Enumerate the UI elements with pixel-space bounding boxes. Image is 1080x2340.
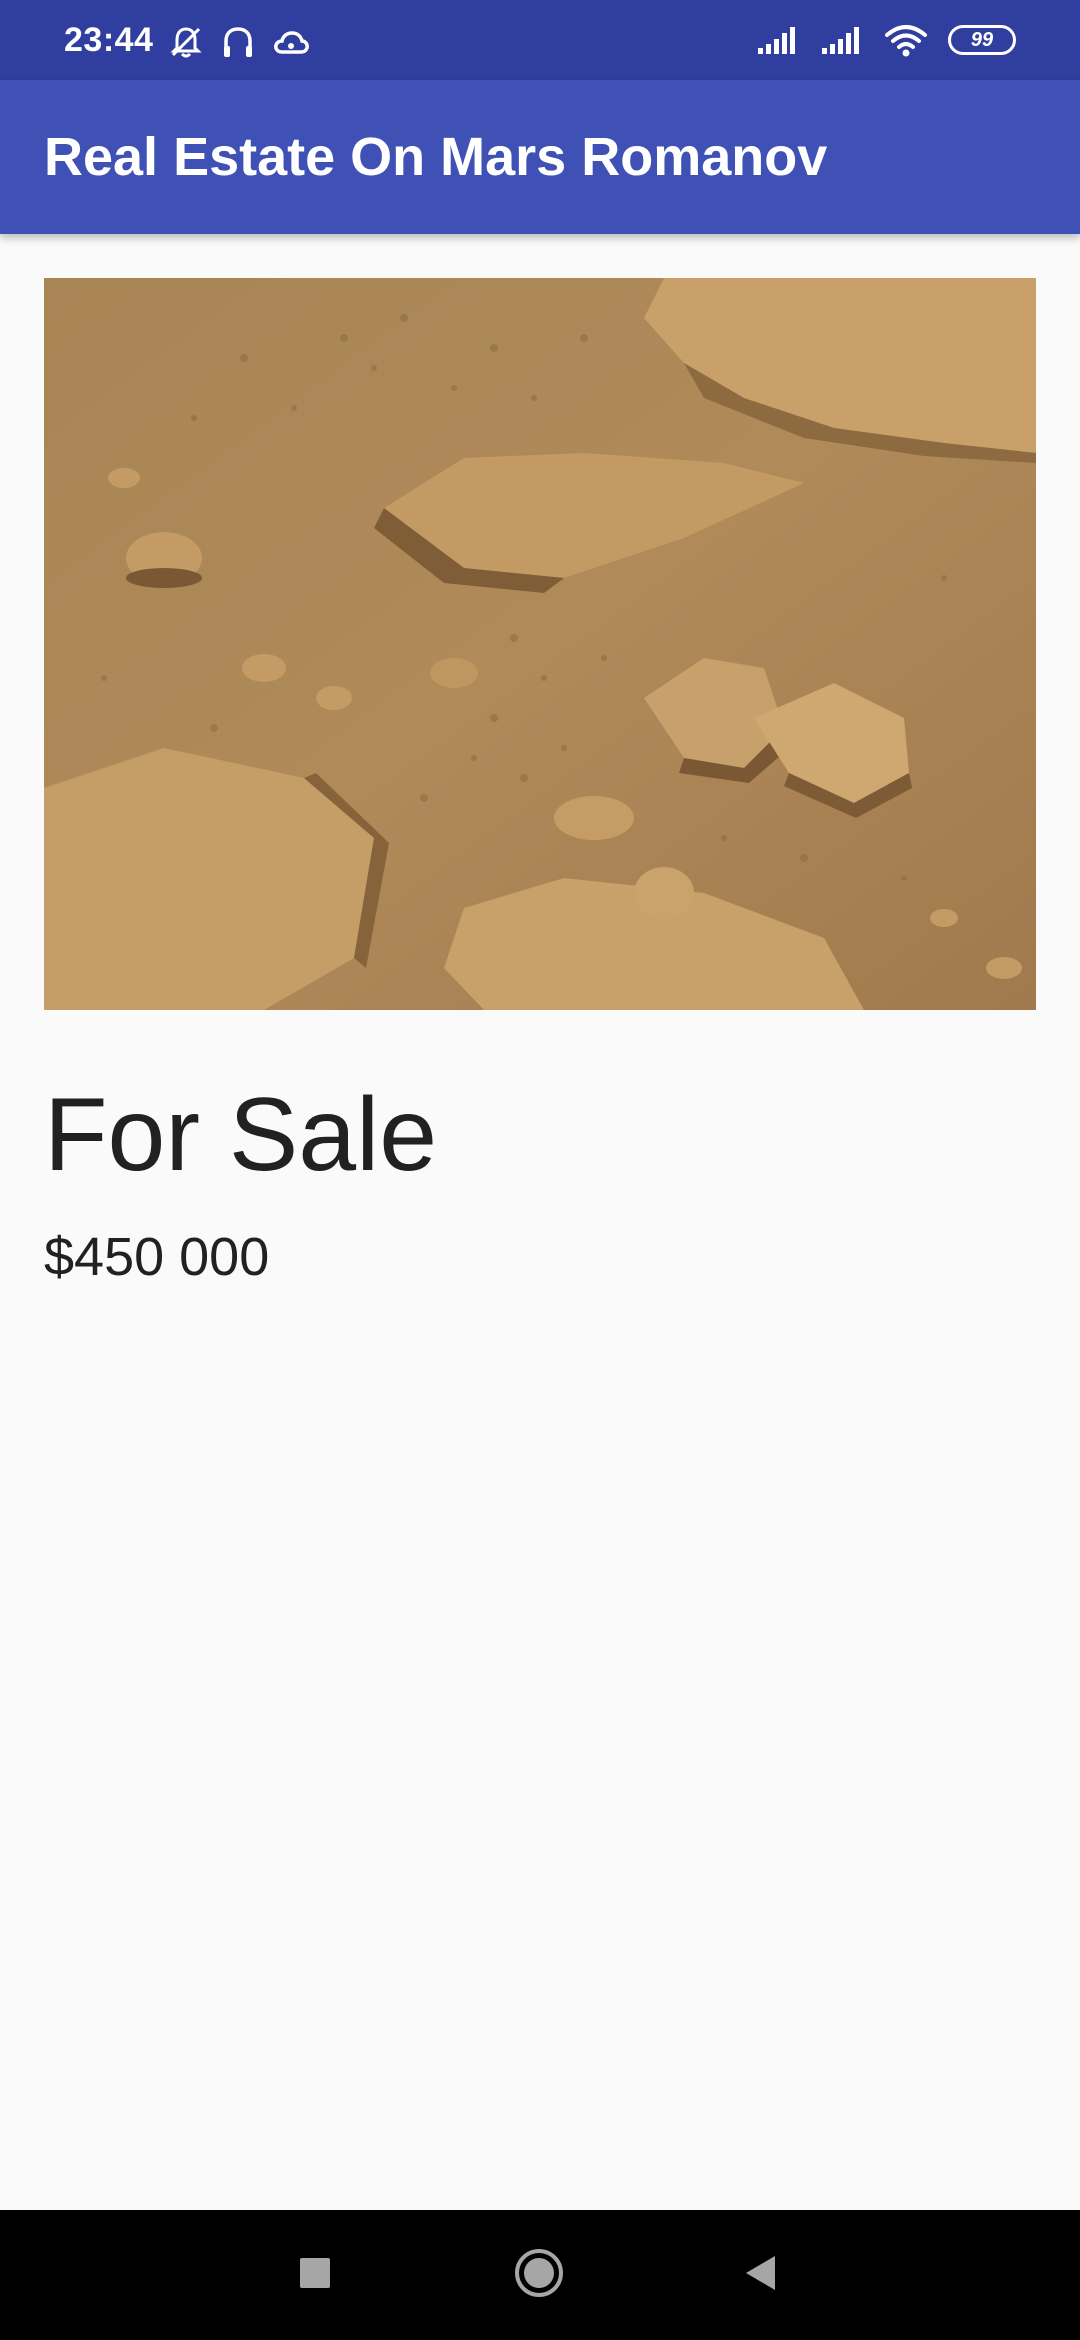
circle-icon	[513, 2247, 565, 2304]
listing-price: $450 000	[44, 1227, 270, 1287]
wifi-icon	[884, 23, 928, 57]
status-left-icons	[168, 22, 310, 62]
app-bar: Real Estate On Mars Romanov	[0, 80, 1080, 234]
navigation-bar	[0, 2210, 1080, 2340]
headphones-icon	[220, 24, 256, 60]
status-bar: 23:44 99	[0, 0, 1080, 80]
listing-type: For Sale	[44, 1077, 438, 1193]
home-button[interactable]	[504, 2240, 574, 2310]
mars-terrain-image	[44, 278, 1036, 1010]
property-photo[interactable]	[44, 278, 1036, 1010]
square-icon	[298, 2256, 332, 2295]
recents-button[interactable]	[280, 2240, 350, 2310]
battery-level: 99	[970, 29, 994, 51]
status-time: 23:44	[64, 21, 154, 59]
battery-icon: 99	[948, 25, 1016, 55]
app-title: Real Estate On Mars Romanov	[44, 127, 828, 187]
signal-icon	[820, 24, 864, 56]
signal-icon	[756, 24, 800, 56]
cloud-icon	[272, 24, 310, 60]
status-right-icons: 99	[756, 18, 1016, 62]
triangle-back-icon	[742, 2253, 778, 2298]
back-button[interactable]	[725, 2240, 795, 2310]
bell-off-icon	[168, 24, 204, 60]
